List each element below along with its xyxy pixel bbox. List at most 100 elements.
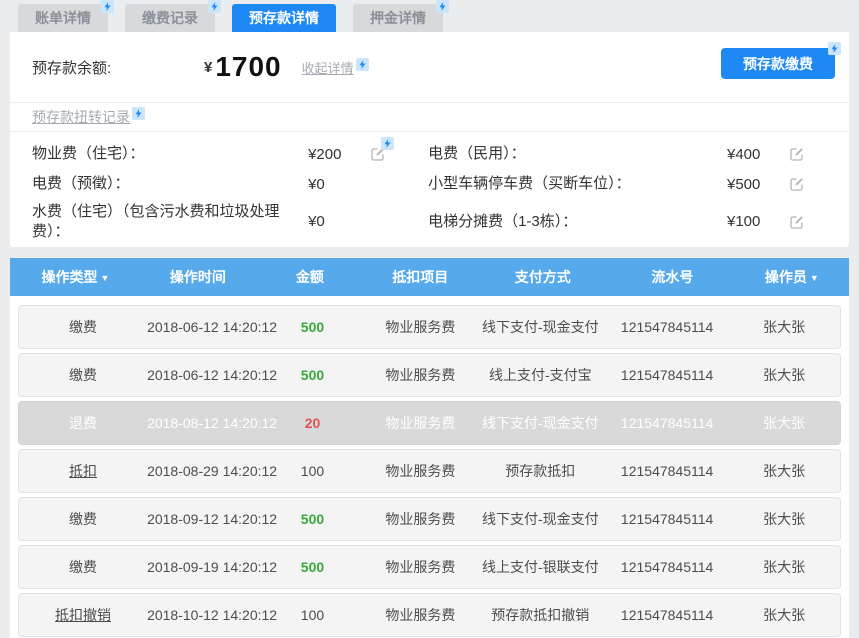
cell-payment-method: 预存款抵扣撤销: [475, 605, 606, 625]
currency-symbol: ¥: [204, 59, 212, 76]
fee-value: ¥0: [308, 213, 370, 230]
deposit-pay-label: 预存款缴费: [743, 56, 813, 72]
cell-deduct-item: 物业服务费: [366, 365, 474, 385]
table-header-label: 操作员: [765, 269, 807, 285]
cell-deduct-item: 物业服务费: [366, 605, 474, 625]
balance-label: 预存款余额:: [32, 57, 204, 78]
deposit-transfer-records-link[interactable]: 预存款扭转记录: [32, 107, 145, 127]
cell-deduct-item: 物业服务费: [366, 413, 474, 433]
fee-value: ¥500: [727, 176, 789, 193]
edit-icon[interactable]: [789, 176, 805, 192]
table-header-cell[interactable]: 金额▼: [255, 267, 365, 287]
table-row[interactable]: 缴费 2018-09-12 14:20:12 500 物业服务费 线下支付-现金…: [18, 497, 841, 541]
tab[interactable]: 缴费记录: [125, 4, 215, 32]
fee-grid: 物业费（住宅）： ¥200 电费（民用）： ¥400: [10, 132, 849, 250]
fee-value: ¥400: [727, 146, 789, 163]
cell-serial-number: 121547845114: [606, 319, 728, 335]
cell-amount: 500: [259, 367, 367, 383]
tab[interactable]: 预存款详情: [232, 4, 336, 32]
table-header-label: 支付方式: [515, 269, 571, 285]
fee-item: 电费（民用）： ¥400: [428, 139, 831, 169]
table-row[interactable]: 退费 2018-08-12 14:20:12 20 物业服务费 线下支付-现金支…: [18, 401, 841, 445]
table-header-label: 操作类型: [41, 269, 97, 285]
cell-deduct-item: 物业服务费: [366, 557, 474, 577]
fee-label: 小型车辆停车费（买断车位）：: [428, 174, 727, 194]
cell-operator: 张大张: [728, 413, 840, 433]
cell-operation-type[interactable]: 抵扣撤销: [19, 605, 147, 625]
cell-operation-type[interactable]: 缴费: [19, 509, 147, 529]
table-header-cell[interactable]: 操作员▼: [735, 267, 849, 287]
table-row[interactable]: 缴费 2018-06-12 14:20:12 500 物业服务费 线下支付-现金…: [18, 305, 841, 349]
cell-deduct-item: 物业服务费: [366, 461, 474, 481]
table-row[interactable]: 缴费 2018-09-19 14:20:12 500 物业服务费 线上支付-银联…: [18, 545, 841, 589]
lightning-badge-icon: [132, 107, 145, 120]
fee-value: ¥200: [308, 146, 370, 163]
cell-operator: 张大张: [728, 509, 840, 529]
table-body: 缴费 2018-06-12 14:20:12 500 物业服务费 线下支付-现金…: [10, 296, 849, 637]
cell-amount: 20: [259, 415, 367, 431]
cell-payment-method: 线下支付-现金支付: [475, 317, 606, 337]
fee-label: 电费（预徵）：: [32, 174, 308, 194]
cell-amount: 100: [259, 463, 367, 479]
cell-operation-type[interactable]: 退费: [19, 413, 147, 433]
tab-label: 缴费记录: [142, 8, 198, 28]
table-header-cell[interactable]: 支付方式▼: [476, 267, 610, 287]
lightning-badge-icon: [356, 58, 369, 71]
cell-operation-time: 2018-06-12 14:20:12: [147, 367, 259, 383]
cell-operation-time: 2018-08-12 14:20:12: [147, 415, 259, 431]
fee-label: 电梯分摊费（1-3栋）：: [428, 212, 727, 232]
table-header-cell[interactable]: 流水号▼: [610, 267, 735, 287]
cell-operation-time: 2018-06-12 14:20:12: [147, 319, 259, 335]
balance-row: 预存款余额: ¥ 1700 收起详情 预存款缴费: [10, 32, 849, 103]
cell-operation-type[interactable]: 抵扣: [19, 461, 147, 481]
cell-operation-type[interactable]: 缴费: [19, 557, 147, 577]
cell-payment-method: 线上支付-支付宝: [475, 365, 606, 385]
table-header-row: 操作类型▼ 操作时间▼ 金额▼ 抵扣项目▼ 支付方式▼ 流水号▼ 操作员▼: [10, 258, 849, 296]
lightning-badge-icon: [436, 0, 449, 13]
cell-operation-type[interactable]: 缴费: [19, 365, 147, 385]
deposit-transfer-records-label: 预存款扭转记录: [32, 107, 130, 127]
fee-item: 电费（预徵）： ¥0: [32, 169, 412, 199]
fee-label: 电费（民用）：: [428, 144, 727, 164]
tab[interactable]: 账单详情: [18, 4, 108, 32]
table-header-label: 抵扣项目: [392, 269, 448, 285]
cell-serial-number: 121547845114: [606, 511, 728, 527]
caret-down-icon[interactable]: ▼: [810, 273, 819, 283]
deposit-pay-button[interactable]: 预存款缴费: [721, 48, 835, 79]
records-row: 预存款扭转记录: [10, 103, 849, 132]
table-header-cell[interactable]: 抵扣项目▼: [365, 267, 476, 287]
table-row[interactable]: 缴费 2018-06-12 14:20:12 500 物业服务费 线上支付-支付…: [18, 353, 841, 397]
transactions-table: 操作类型▼ 操作时间▼ 金额▼ 抵扣项目▼ 支付方式▼ 流水号▼ 操作员▼ 缴费…: [10, 258, 849, 638]
cell-operator: 张大张: [728, 317, 840, 337]
caret-down-icon[interactable]: ▼: [100, 273, 109, 283]
table-header-label: 流水号: [651, 269, 693, 285]
cell-serial-number: 121547845114: [606, 367, 728, 383]
table-row[interactable]: 抵扣 2018-08-29 14:20:12 100 物业服务费 预存款抵扣 1…: [18, 449, 841, 493]
cell-payment-method: 线下支付-现金支付: [475, 413, 606, 433]
fee-item: 水费（住宅）（包含污水费和垃圾处理费）： ¥0: [32, 199, 412, 244]
fee-value: ¥0: [308, 176, 370, 193]
cell-payment-method: 线下支付-现金支付: [475, 509, 606, 529]
table-row[interactable]: 抵扣撤销 2018-10-12 14:20:12 100 物业服务费 预存款抵扣…: [18, 593, 841, 637]
cell-operator: 张大张: [728, 557, 840, 577]
fee-item: 物业费（住宅）： ¥200: [32, 139, 412, 169]
cell-operator: 张大张: [728, 365, 840, 385]
fee-value: ¥100: [727, 213, 789, 230]
edit-icon[interactable]: [789, 146, 805, 162]
edit-icon[interactable]: [789, 214, 805, 230]
table-header-label: 操作时间: [170, 269, 226, 285]
cell-amount: 500: [259, 559, 367, 575]
cell-operation-type[interactable]: 缴费: [19, 317, 147, 337]
fee-item: 电梯分摊费（1-3栋）： ¥100: [428, 199, 831, 244]
cell-serial-number: 121547845114: [606, 415, 728, 431]
table-header-label: 金额: [296, 269, 324, 285]
table-header-cell[interactable]: 操作类型▼: [10, 267, 141, 287]
fee-label: 物业费（住宅）：: [32, 144, 308, 164]
table-header-cell[interactable]: 操作时间▼: [141, 267, 255, 287]
cell-payment-method: 预存款抵扣: [475, 461, 606, 481]
fee-item: 小型车辆停车费（买断车位）： ¥500: [428, 169, 831, 199]
tab[interactable]: 押金详情: [353, 4, 443, 32]
tab-bar: 账单详情 缴费记录 预存款详情 押金详情: [18, 4, 443, 32]
collapse-details-link[interactable]: 收起详情: [302, 58, 369, 77]
cell-operator: 张大张: [728, 461, 840, 481]
